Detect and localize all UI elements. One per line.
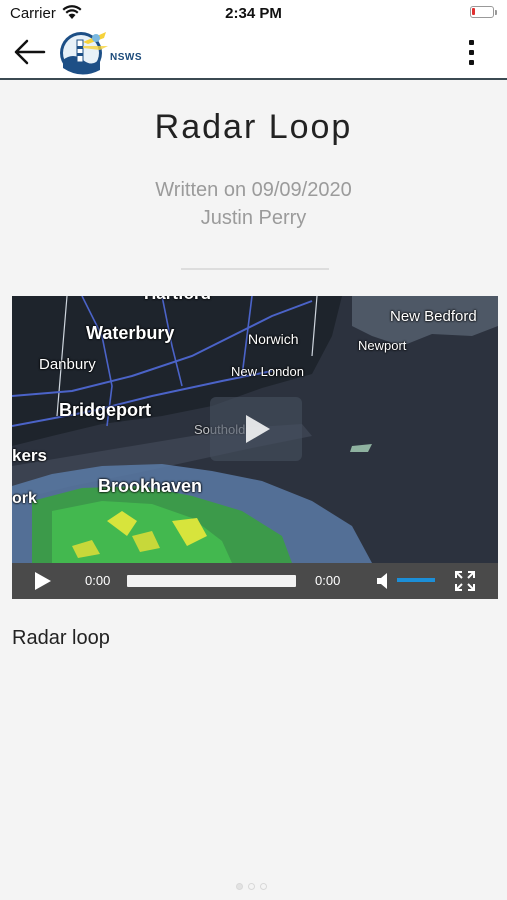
map-label-brookhaven: Brookhaven xyxy=(98,476,203,496)
fullscreen-icon[interactable] xyxy=(455,571,475,591)
article-date: Written on 09/09/2020 xyxy=(155,179,352,201)
play-icon[interactable] xyxy=(34,571,52,591)
map-label-waterbury: Waterbury xyxy=(86,323,175,343)
page-indicator xyxy=(236,883,272,891)
video-caption: Radar loop xyxy=(12,627,110,649)
video-play-overlay[interactable] xyxy=(210,397,302,461)
logo-text: NSWS xyxy=(110,52,142,63)
battery-icon xyxy=(470,6,494,18)
back-arrow-icon[interactable] xyxy=(12,36,48,68)
divider xyxy=(181,268,329,270)
map-label-new-bedford: New Bedford xyxy=(390,308,477,325)
map-label-new-london: New London xyxy=(231,364,304,379)
page-dot xyxy=(248,883,255,890)
map-label-kers: kers xyxy=(12,446,47,465)
current-time: 0:00 xyxy=(85,573,111,588)
map-label-ork: ork xyxy=(12,490,37,507)
volume-icon[interactable] xyxy=(375,572,393,590)
map-label-norwich: Norwich xyxy=(248,331,299,347)
map-label-hartford: Hartford xyxy=(144,296,211,304)
map-label-bridgeport: Bridgeport xyxy=(59,400,151,420)
page-title: Radar Loop xyxy=(154,108,353,146)
nav-bar: NSWS xyxy=(0,28,507,80)
clock-time: 2:34 PM xyxy=(225,5,282,22)
more-vertical-icon[interactable] xyxy=(462,38,482,68)
volume-slider[interactable] xyxy=(397,578,435,582)
status-bar: Carrier 2:34 PM xyxy=(0,0,507,28)
map-label-newport: Newport xyxy=(358,338,407,353)
map-label-danbury: Danbury xyxy=(39,356,96,373)
duration-time: 0:00 xyxy=(315,573,341,588)
video-scrubber[interactable] xyxy=(127,575,296,587)
page-dot xyxy=(236,883,243,890)
play-icon xyxy=(246,415,270,443)
article-author: Justin Perry xyxy=(200,207,307,229)
page-dot xyxy=(260,883,267,890)
video-player[interactable]: Hartford Waterbury Norwich New Bedford N… xyxy=(12,296,498,599)
battery-cap xyxy=(495,10,497,15)
video-controls: 0:00 0:00 xyxy=(12,563,498,599)
